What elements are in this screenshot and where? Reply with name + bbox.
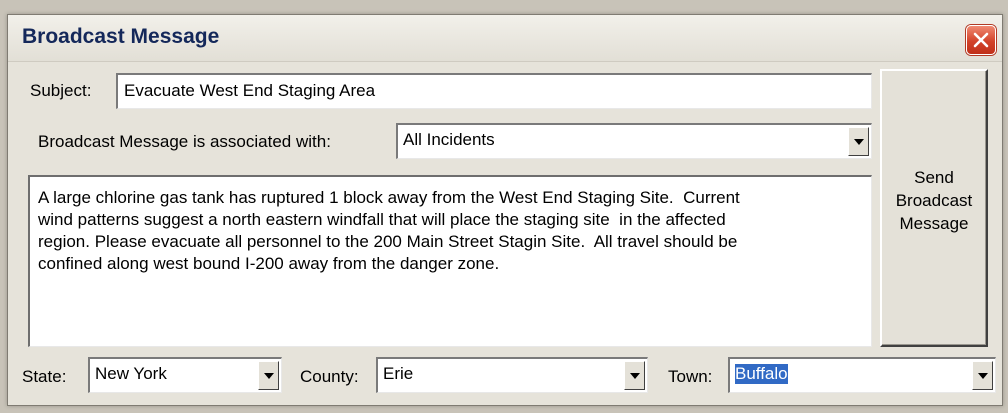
association-label: Broadcast Message is associated with: (38, 132, 331, 151)
chevron-down-icon (854, 138, 864, 145)
county-value: Erie (383, 364, 414, 383)
county-dropdown-button[interactable] (624, 361, 645, 390)
message-textarea[interactable]: A large chlorine gas tank has ruptured 1… (28, 175, 872, 347)
town-select[interactable]: Buffalo (728, 357, 996, 393)
broadcast-message-dialog: Broadcast Message Subject: Evacuate West… (7, 14, 1003, 406)
state-value: New York (95, 364, 167, 383)
town-dropdown-button[interactable] (972, 361, 993, 390)
state-select[interactable]: New York (88, 357, 282, 393)
county-select[interactable]: Erie (376, 357, 648, 393)
county-label: County: (300, 367, 359, 386)
association-value: All Incidents (403, 130, 495, 149)
subject-label: Subject: (30, 81, 92, 100)
chevron-down-icon (978, 372, 988, 379)
close-button[interactable] (966, 25, 996, 55)
send-broadcast-label: Send Broadcast Message (895, 168, 973, 233)
chevron-down-icon (630, 372, 640, 379)
window-title: Broadcast Message (22, 25, 220, 48)
send-broadcast-button[interactable]: Send Broadcast Message (880, 69, 988, 347)
close-icon (973, 32, 989, 48)
title-bar[interactable]: Broadcast Message (8, 15, 1002, 62)
town-value: Buffalo (735, 364, 788, 384)
town-label: Town: (668, 367, 713, 386)
association-dropdown-button[interactable] (848, 127, 869, 156)
state-label: State: (22, 367, 67, 386)
subject-input[interactable]: Evacuate West End Staging Area (116, 73, 872, 109)
association-select[interactable]: All Incidents (396, 123, 872, 159)
state-dropdown-button[interactable] (258, 361, 279, 390)
subject-value: Evacuate West End Staging Area (124, 81, 376, 100)
chevron-down-icon (264, 372, 274, 379)
